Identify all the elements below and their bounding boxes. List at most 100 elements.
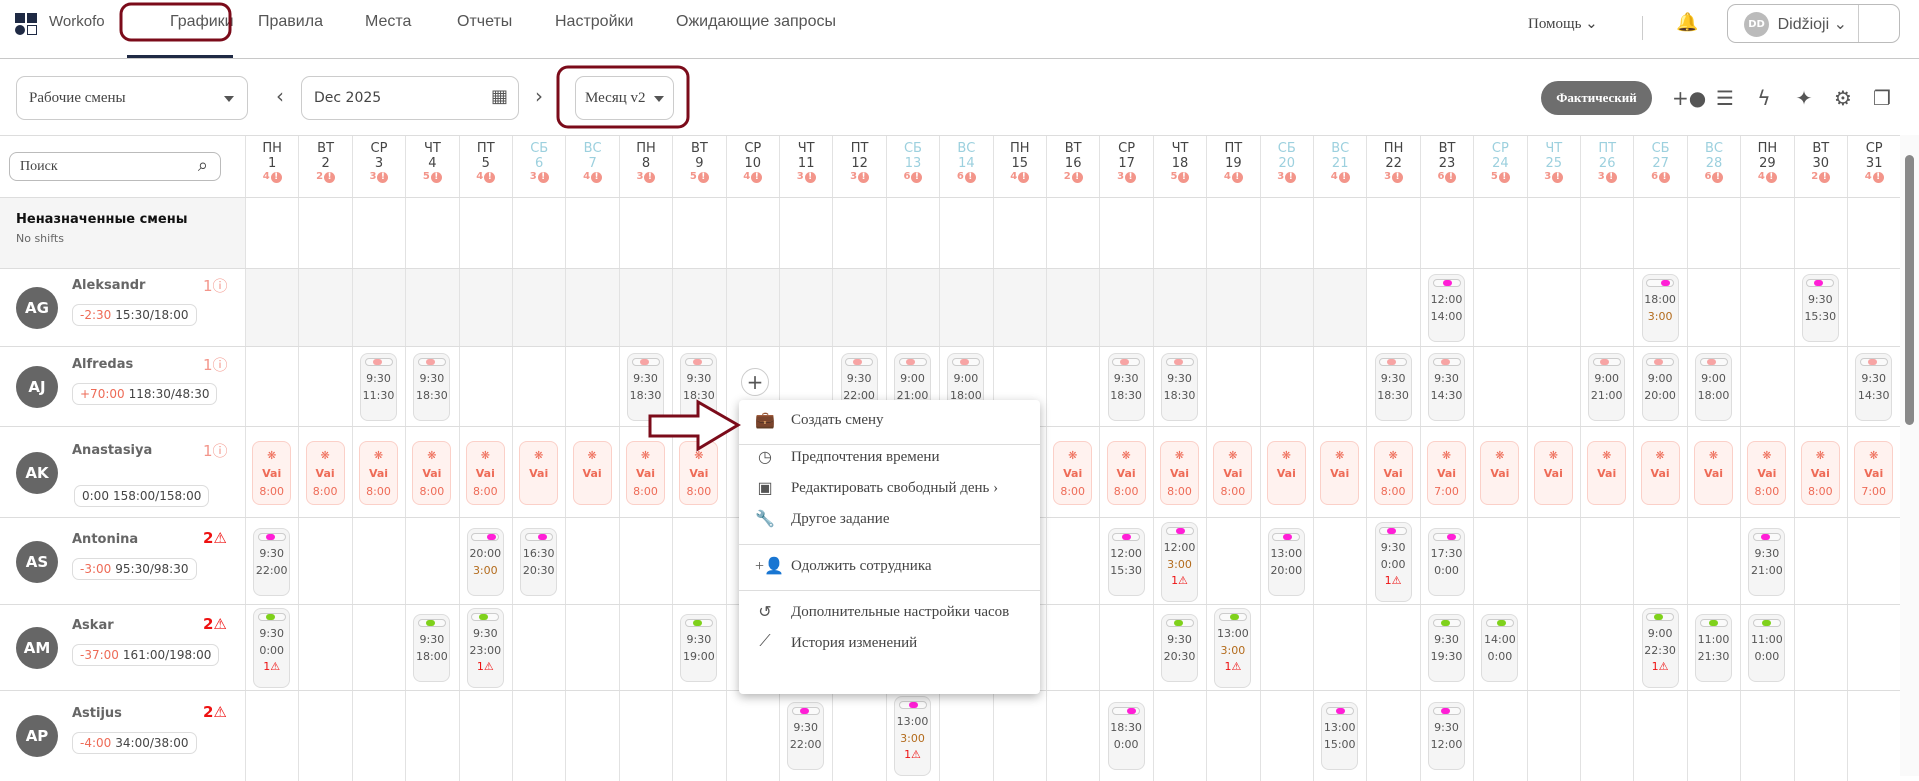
shift-card[interactable]: 12:00 3:00 1⚠ — [1161, 521, 1198, 602]
vacation-card[interactable]: ❋ Vai 8:00 — [626, 440, 665, 505]
day-cell[interactable] — [1580, 691, 1633, 781]
day-cell[interactable] — [565, 605, 618, 691]
vacation-card[interactable]: ❋ Vai — [1480, 440, 1520, 505]
menu-item[interactable]: 🔧 Другое задание — [739, 503, 1040, 537]
day-cell[interactable] — [779, 269, 833, 347]
prev-month-button[interactable]: ‹ — [276, 84, 284, 108]
day-cell[interactable] — [1206, 347, 1259, 427]
vacation-card[interactable]: ❋ Vai 8:00 — [1373, 440, 1413, 505]
day-cell[interactable] — [1526, 269, 1580, 347]
day-cell[interactable] — [939, 198, 992, 269]
day-cell[interactable] — [832, 691, 885, 781]
gear-icon[interactable]: ⚙ — [1831, 86, 1855, 110]
day-cell[interactable] — [1526, 518, 1580, 605]
day-cell[interactable] — [1686, 198, 1740, 269]
day-cell[interactable] — [1313, 518, 1366, 605]
day-alert-count[interactable]: 3! — [1261, 171, 1313, 183]
shift-card[interactable]: 9:00 21:00 — [1588, 353, 1626, 421]
day-cell[interactable] — [832, 198, 885, 269]
day-cell[interactable] — [1633, 691, 1686, 781]
menu-item[interactable]: +👤 Одолжить сотрудника — [739, 550, 1040, 584]
vacation-card[interactable]: ❋ Vai 8:00 — [679, 440, 719, 505]
day-cell[interactable] — [565, 347, 618, 427]
day-alert-count[interactable]: 2! — [299, 171, 351, 183]
add-shift-button[interactable]: + — [741, 368, 769, 396]
day-cell[interactable] — [458, 691, 512, 781]
search-input[interactable]: Поиск ⌕ — [9, 152, 221, 181]
day-cell[interactable] — [1580, 198, 1633, 269]
shift-card[interactable]: 9:30 14:30 — [1428, 353, 1465, 421]
day-alert-count[interactable]: 3! — [1100, 171, 1152, 183]
shift-card[interactable]: 9:30 18:30 — [1161, 353, 1198, 421]
shift-card[interactable]: 9:30 12:00 — [1428, 702, 1465, 770]
vacation-card[interactable]: ❋ Vai 8:00 — [359, 440, 398, 505]
shift-card[interactable]: 20:00 3:00 — [466, 527, 504, 596]
info-badge[interactable]: 1ⓘ — [203, 440, 228, 461]
menu-item[interactable]: ▣ Редактировать свободный день › — [739, 472, 1040, 506]
day-cell[interactable] — [298, 198, 351, 269]
shift-card[interactable]: 9:30 19:00 — [680, 614, 718, 682]
day-cell[interactable] — [1259, 347, 1313, 427]
vacation-card[interactable]: ❋ Vai 8:00 — [252, 440, 292, 505]
day-cell[interactable] — [939, 269, 993, 347]
day-cell[interactable] — [1046, 518, 1099, 605]
day-cell[interactable] — [1366, 605, 1419, 691]
day-cell[interactable] — [1313, 605, 1366, 691]
bell-icon[interactable]: 🔔 — [1676, 12, 1698, 33]
day-cell[interactable] — [1366, 269, 1419, 347]
day-alert-count[interactable]: 4! — [1314, 171, 1366, 183]
day-alert-count[interactable]: 2! — [1047, 171, 1099, 183]
day-cell[interactable] — [351, 518, 405, 605]
vacation-card[interactable]: ❋ Vai 7:00 — [1854, 440, 1894, 505]
vacation-card[interactable]: ❋ Vai 7:00 — [1427, 440, 1466, 505]
day-cell[interactable] — [992, 269, 1046, 347]
day-cell[interactable] — [1473, 269, 1526, 347]
shift-card[interactable]: 9:30 23:00 1⚠ — [466, 608, 504, 688]
day-cell[interactable] — [672, 691, 725, 781]
tab-pending-requests[interactable]: Ожидающие запросы — [676, 13, 836, 31]
day-cell[interactable] — [618, 605, 672, 691]
shift-card[interactable]: 9:30 0:00 1⚠ — [1374, 521, 1412, 602]
employee-name[interactable]: Antonina — [72, 532, 138, 547]
warning-badge[interactable]: 2⚠ — [203, 529, 227, 547]
vacation-card[interactable]: ❋ Vai 8:00 — [305, 440, 345, 505]
vacation-card[interactable]: ❋ Vai — [1694, 440, 1733, 505]
day-cell[interactable] — [992, 691, 1046, 781]
day-cell[interactable] — [1740, 691, 1793, 781]
day-alert-count[interactable]: 4! — [1741, 171, 1793, 183]
vacation-card[interactable]: ❋ Vai 8:00 — [1053, 440, 1093, 505]
day-cell[interactable] — [1206, 198, 1259, 269]
vacation-card[interactable]: ❋ Vai — [1266, 440, 1306, 505]
day-cell[interactable] — [1526, 605, 1580, 691]
day-cell[interactable] — [1313, 347, 1366, 427]
day-cell[interactable] — [1847, 269, 1900, 347]
vacation-card[interactable]: ❋ Vai — [1640, 440, 1680, 505]
shift-card[interactable]: 9:00 20:00 — [1641, 353, 1679, 421]
day-cell[interactable] — [1580, 269, 1633, 347]
info-badge[interactable]: 1ⓘ — [203, 275, 228, 296]
shift-card[interactable]: 13:00 3:00 1⚠ — [894, 696, 931, 776]
shift-card[interactable]: 9:30 0:00 1⚠ — [253, 608, 291, 688]
day-cell[interactable] — [298, 605, 351, 691]
day-cell[interactable] — [458, 347, 512, 427]
day-alert-count[interactable]: 3! — [1581, 171, 1633, 183]
day-cell[interactable] — [351, 269, 406, 347]
day-cell[interactable] — [1847, 691, 1900, 781]
day-cell[interactable] — [1686, 691, 1740, 781]
tab-locations[interactable]: Места — [365, 13, 411, 31]
employee-name[interactable]: Askar — [72, 618, 114, 633]
menu-item[interactable]: 💼 Создать смену — [739, 404, 1040, 438]
day-cell[interactable] — [1793, 518, 1847, 605]
day-cell[interactable] — [618, 518, 672, 605]
shift-card[interactable]: 9:30 11:30 — [360, 353, 397, 421]
sparkles-icon[interactable]: ✦ — [1792, 86, 1816, 110]
day-cell[interactable] — [992, 198, 1046, 269]
day-cell[interactable] — [1366, 691, 1419, 781]
day-cell[interactable] — [618, 198, 672, 269]
day-cell[interactable] — [1580, 605, 1633, 691]
avatar[interactable]: AM — [16, 627, 58, 669]
day-cell[interactable] — [351, 605, 405, 691]
day-alert-count[interactable]: 6! — [1688, 171, 1740, 183]
day-cell[interactable] — [832, 269, 886, 347]
day-cell[interactable] — [1793, 605, 1847, 691]
